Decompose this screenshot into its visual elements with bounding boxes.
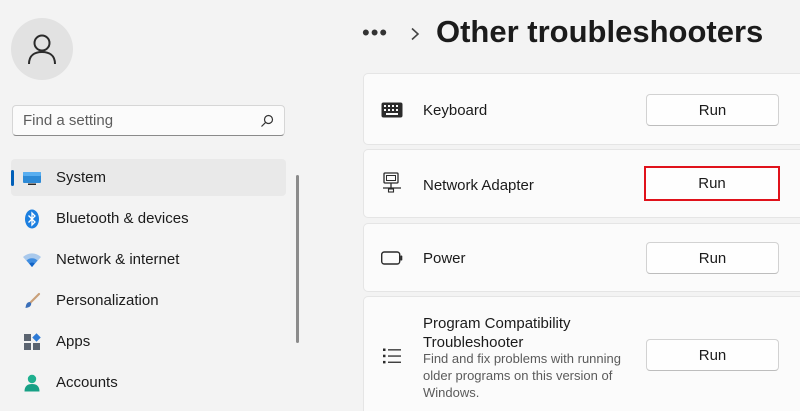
search-icon[interactable] xyxy=(260,114,274,128)
sidebar-item-label: Accounts xyxy=(56,374,118,391)
troubleshooter-card-power: Power Run xyxy=(363,223,800,292)
troubleshooter-name: Keyboard xyxy=(423,102,488,119)
system-display-icon xyxy=(22,168,42,188)
sidebar-item-system[interactable]: System xyxy=(11,159,286,196)
search-input[interactable] xyxy=(23,112,260,129)
brush-icon xyxy=(22,291,42,311)
troubleshooter-description: Find and fix problems with running older… xyxy=(423,351,621,400)
chevron-right-icon xyxy=(409,27,421,41)
apps-icon xyxy=(22,332,42,352)
sidebar-item-apps[interactable]: Apps xyxy=(11,323,286,360)
wifi-icon xyxy=(22,250,42,270)
troubleshooter-card-program-compatibility: Program Compatibility Troubleshooter Fin… xyxy=(363,296,800,411)
troubleshooter-card-network-adapter: Network Adapter Run xyxy=(363,149,800,218)
list-icon xyxy=(381,345,403,367)
sidebar-item-label: Apps xyxy=(56,333,91,350)
troubleshooter-name: Power xyxy=(423,250,466,267)
bluetooth-icon xyxy=(22,209,42,229)
sidebar-item-accounts[interactable]: Accounts xyxy=(11,364,286,401)
battery-icon xyxy=(381,247,403,269)
sidebar-item-label: Network & internet xyxy=(56,251,180,268)
run-button[interactable]: Run xyxy=(646,242,779,274)
sidebar-item-label: System xyxy=(56,169,107,186)
page-title: Other troubleshooters xyxy=(436,14,764,49)
run-button[interactable]: Run xyxy=(646,339,779,371)
troubleshooter-name: Program Compatibility Troubleshooter xyxy=(423,315,571,351)
sidebar-item-personalization[interactable]: Personalization xyxy=(11,282,286,319)
sidebar-scrollbar[interactable] xyxy=(296,175,299,343)
search-box[interactable] xyxy=(12,105,285,136)
keyboard-icon xyxy=(381,99,403,121)
sidebar-nav: System Bluetooth & devices Network & int… xyxy=(11,159,286,405)
account-icon xyxy=(22,373,42,393)
avatar[interactable] xyxy=(11,18,73,80)
run-button-highlighted[interactable]: Run xyxy=(644,166,780,201)
troubleshooter-name: Network Adapter xyxy=(423,177,534,194)
sidebar-item-network-internet[interactable]: Network & internet xyxy=(11,241,286,278)
run-button[interactable]: Run xyxy=(646,94,779,126)
sidebar-item-bluetooth-devices[interactable]: Bluetooth & devices xyxy=(11,200,286,237)
troubleshooter-card-keyboard: Keyboard Run xyxy=(363,73,800,145)
sidebar-item-label: Personalization xyxy=(56,292,159,309)
sidebar-item-label: Bluetooth & devices xyxy=(56,210,189,227)
network-adapter-icon xyxy=(381,172,403,194)
user-icon xyxy=(28,34,56,65)
more-breadcrumb-button[interactable]: ••• xyxy=(362,22,388,44)
